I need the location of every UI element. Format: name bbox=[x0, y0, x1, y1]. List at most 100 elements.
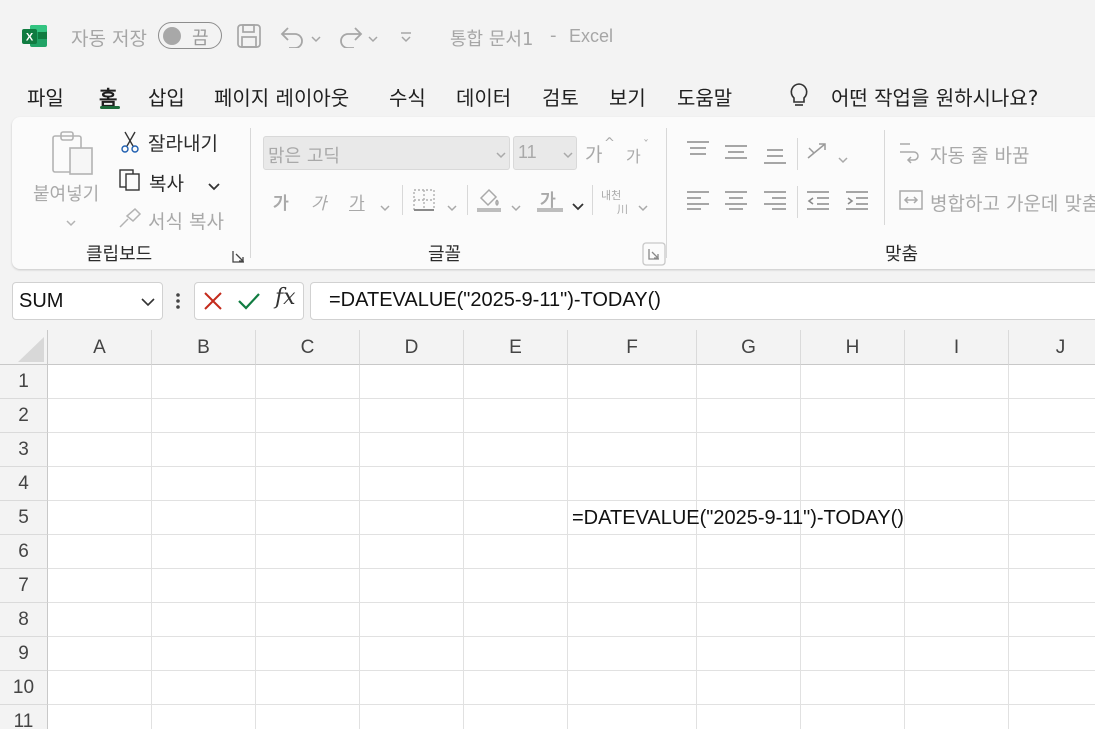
column-header-j[interactable]: J bbox=[1009, 330, 1095, 365]
decrease-font-button[interactable]: 가 bbox=[626, 143, 641, 167]
underline-button[interactable]: 가 bbox=[349, 189, 365, 214]
font-color-chevron-down-icon[interactable] bbox=[572, 196, 584, 215]
orientation-chevron-down-icon[interactable] bbox=[838, 149, 848, 168]
gridline bbox=[48, 636, 1095, 637]
format-painter-button[interactable]: 서식 복사 bbox=[148, 207, 224, 234]
italic-button[interactable]: 가 bbox=[311, 189, 327, 214]
column-header-d[interactable]: D bbox=[360, 330, 464, 365]
align-separator bbox=[884, 130, 885, 225]
copy-chevron-down-icon[interactable] bbox=[208, 176, 220, 195]
lightbulb-icon[interactable] bbox=[788, 82, 810, 112]
align-center-icon[interactable] bbox=[724, 190, 748, 214]
phonetic-chevron-down-icon[interactable] bbox=[638, 197, 648, 216]
font-name-combo[interactable]: 맑은 고딕 bbox=[263, 136, 510, 170]
merge-center-button[interactable]: 병합하고 가운데 맞춤 bbox=[930, 189, 1095, 216]
column-header-h[interactable]: H bbox=[801, 330, 905, 365]
borders-chevron-down-icon[interactable] bbox=[447, 197, 457, 216]
tab-insert[interactable]: 삽입 bbox=[148, 82, 185, 111]
wrap-text-button[interactable]: 자동 줄 바꿈 bbox=[930, 141, 1029, 168]
borders-icon[interactable] bbox=[412, 188, 436, 216]
increase-indent-icon[interactable] bbox=[845, 190, 869, 214]
row-header-8[interactable]: 8 bbox=[0, 603, 48, 637]
cancel-icon[interactable] bbox=[203, 291, 223, 311]
paste-button[interactable]: 붙여넣기 bbox=[33, 180, 99, 206]
active-cell-f5[interactable]: =DATEVALUE("2025-9-11")-TODAY() bbox=[572, 507, 904, 530]
font-separator bbox=[592, 185, 593, 215]
fill-color-icon[interactable] bbox=[476, 186, 502, 218]
font-size-combo[interactable]: 11 bbox=[513, 136, 577, 170]
underline-chevron-down-icon[interactable] bbox=[380, 197, 390, 216]
merge-center-icon[interactable] bbox=[899, 188, 923, 216]
tab-help[interactable]: 도움말 bbox=[677, 82, 732, 111]
row-header-7[interactable]: 7 bbox=[0, 569, 48, 603]
column-header-i[interactable]: I bbox=[905, 330, 1009, 365]
formula-input[interactable]: =DATEVALUE("2025-9-11")-TODAY() bbox=[310, 282, 1095, 320]
autosave-state: 끔 bbox=[192, 28, 209, 49]
row-header-11[interactable]: 11 bbox=[0, 705, 48, 729]
formula-actions: fx bbox=[194, 282, 304, 320]
align-middle-icon[interactable] bbox=[724, 143, 748, 167]
customize-quick-access-icon[interactable] bbox=[399, 28, 413, 47]
tab-page-layout[interactable]: 페이지 레이아웃 bbox=[214, 82, 349, 111]
select-all-corner[interactable] bbox=[0, 330, 48, 365]
row-header-1[interactable]: 1 bbox=[0, 365, 48, 399]
align-separator bbox=[797, 186, 798, 218]
font-size-chevron-down-icon bbox=[563, 152, 573, 159]
row-header-4[interactable]: 4 bbox=[0, 467, 48, 501]
row-header-10[interactable]: 10 bbox=[0, 671, 48, 705]
row-header-3[interactable]: 3 bbox=[0, 433, 48, 467]
align-left-icon[interactable] bbox=[686, 190, 710, 214]
tab-view[interactable]: 보기 bbox=[609, 82, 646, 111]
more-options-icon[interactable] bbox=[175, 292, 181, 314]
tab-file[interactable]: 파일 bbox=[27, 82, 64, 111]
undo-dropdown-chevron-down-icon[interactable] bbox=[311, 28, 321, 47]
gridline bbox=[48, 704, 1095, 705]
gridline bbox=[567, 365, 568, 729]
row-header-2[interactable]: 2 bbox=[0, 399, 48, 433]
column-header-e[interactable]: E bbox=[464, 330, 568, 365]
column-header-g[interactable]: G bbox=[697, 330, 801, 365]
excel-logo-icon: X bbox=[22, 24, 48, 48]
column-header-b[interactable]: B bbox=[152, 330, 256, 365]
redo-icon[interactable] bbox=[336, 24, 364, 52]
increase-font-button[interactable]: 가 bbox=[585, 140, 602, 167]
wrap-text-icon[interactable] bbox=[898, 140, 924, 168]
paste-icon[interactable] bbox=[50, 130, 96, 182]
column-header-f[interactable]: F bbox=[568, 330, 697, 365]
fill-color-chevron-down-icon[interactable] bbox=[511, 197, 521, 216]
row-header-5[interactable]: 5 bbox=[0, 501, 48, 535]
row-header-9[interactable]: 9 bbox=[0, 637, 48, 671]
clipboard-dialog-launcher-icon[interactable] bbox=[232, 248, 245, 267]
align-top-icon[interactable] bbox=[686, 140, 710, 164]
title-separator: - bbox=[550, 25, 557, 46]
font-dialog-launcher-icon[interactable] bbox=[642, 242, 666, 270]
name-box[interactable]: SUM bbox=[12, 282, 163, 320]
column-header-c[interactable]: C bbox=[256, 330, 360, 365]
tab-review[interactable]: 검토 bbox=[542, 82, 579, 111]
scissors-icon[interactable] bbox=[120, 131, 140, 157]
row-header-6[interactable]: 6 bbox=[0, 535, 48, 569]
copy-icon[interactable] bbox=[118, 168, 142, 196]
column-header-a[interactable]: A bbox=[48, 330, 152, 365]
autosave-toggle[interactable]: 끔 bbox=[158, 22, 222, 49]
save-icon[interactable] bbox=[236, 23, 262, 53]
redo-dropdown-chevron-down-icon[interactable] bbox=[368, 28, 378, 47]
align-bottom-icon[interactable] bbox=[763, 146, 787, 170]
name-box-chevron-down-icon[interactable] bbox=[141, 297, 155, 307]
align-right-icon[interactable] bbox=[763, 190, 787, 214]
undo-icon[interactable] bbox=[279, 24, 307, 52]
copy-button[interactable]: 복사 bbox=[149, 169, 184, 196]
bold-button[interactable]: 가 bbox=[273, 189, 289, 214]
tell-me-search[interactable]: 어떤 작업을 원하시나요? bbox=[831, 82, 1038, 111]
tab-data[interactable]: 데이터 bbox=[456, 82, 511, 111]
tab-formulas[interactable]: 수식 bbox=[389, 82, 426, 111]
insert-function-icon[interactable]: fx bbox=[275, 285, 296, 310]
format-painter-icon[interactable] bbox=[118, 207, 142, 233]
gridline bbox=[48, 500, 1095, 501]
orientation-icon[interactable] bbox=[805, 140, 833, 168]
enter-check-icon[interactable] bbox=[237, 291, 261, 311]
decrease-indent-icon[interactable] bbox=[806, 190, 830, 214]
spreadsheet-grid[interactable]: A B C D E F G H I J 1 2 3 4 5 6 7 8 9 10… bbox=[0, 330, 1095, 729]
paste-chevron-down-icon[interactable] bbox=[66, 212, 76, 231]
cut-button[interactable]: 잘라내기 bbox=[148, 129, 218, 156]
